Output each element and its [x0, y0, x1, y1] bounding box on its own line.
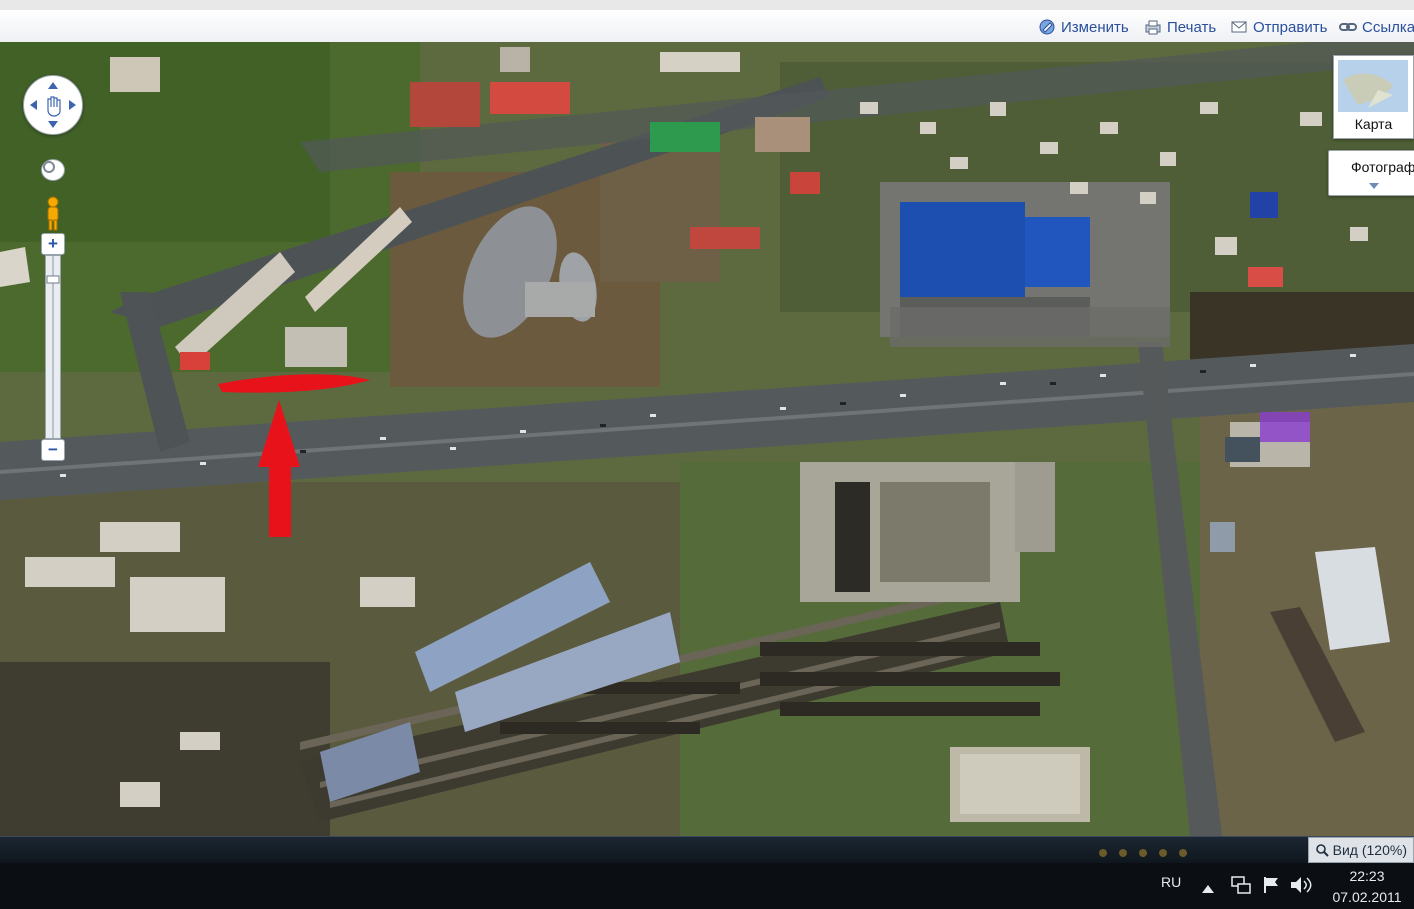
clock-date: 07.02.2011 [1332, 889, 1402, 905]
link-link[interactable]: Ссылка [1339, 18, 1414, 36]
map-type-map-button[interactable]: Карта [1333, 55, 1414, 139]
volume-icon [1291, 877, 1312, 893]
chevron-down-icon [1369, 183, 1379, 189]
send-label: Отправить [1253, 18, 1328, 36]
pegman-button[interactable] [42, 195, 64, 233]
action-center-button[interactable] [1262, 876, 1280, 899]
link-label: Ссылка [1362, 18, 1414, 36]
pan-control-icon [30, 82, 76, 128]
tray-arrow-button[interactable] [1202, 880, 1214, 898]
satellite-imagery [0, 42, 1414, 836]
window-top-edge [0, 0, 1414, 10]
browser-status-bar: Вид (120%) [0, 836, 1414, 863]
link-icon [1339, 19, 1357, 35]
zoom-level-label: Вид (120%) [1332, 842, 1407, 858]
status-dots [1098, 845, 1188, 857]
zoom-in-label: + [48, 234, 58, 253]
clock[interactable]: 22:23 07.02.2011 [1330, 866, 1404, 908]
network-icon [1231, 876, 1251, 894]
edit-label: Изменить [1061, 18, 1129, 36]
send-icon [1230, 19, 1248, 35]
language-indicator[interactable]: RU [1161, 874, 1181, 890]
satellite-map[interactable]: + − Карта Фотограф [0, 42, 1414, 836]
print-link[interactable]: Печать [1144, 18, 1216, 36]
map-type-photo-button[interactable]: Фотограф [1328, 150, 1414, 196]
map-toolbar: Изменить Печать Отправить Ссылка [0, 10, 1414, 43]
taskbar: Вид (120%) RU 22:23 07.02.2011 [0, 836, 1414, 909]
map-type-photo-label: Фотограф [1351, 159, 1414, 175]
zoom-in-button[interactable]: + [41, 233, 65, 255]
clock-time: 22:23 [1349, 868, 1385, 884]
zoom-out-button[interactable]: − [41, 439, 65, 461]
network-tray-button[interactable] [1231, 876, 1251, 899]
volume-button[interactable] [1290, 876, 1312, 899]
edit-icon [1038, 19, 1056, 35]
send-link[interactable]: Отправить [1230, 18, 1327, 36]
print-icon [1144, 19, 1162, 35]
pan-control[interactable] [23, 75, 83, 135]
pegman-icon [47, 196, 59, 231]
magnifier-icon [1315, 844, 1329, 857]
print-label: Печать [1167, 18, 1217, 36]
zoom-level-button[interactable]: Вид (120%) [1307, 837, 1414, 863]
reset-view-icon [43, 161, 55, 173]
reset-view-button[interactable] [41, 159, 65, 181]
tray-arrow-icon [1202, 885, 1214, 893]
map-type-map-label: Карта [1354, 116, 1393, 132]
zoom-out-label: − [48, 440, 58, 459]
zoom-slider-track[interactable] [45, 255, 61, 439]
zoom-slider-icon [46, 256, 60, 438]
flag-icon [1264, 877, 1278, 893]
map-thumbnail [1338, 60, 1408, 112]
edit-link[interactable]: Изменить [1038, 18, 1129, 36]
